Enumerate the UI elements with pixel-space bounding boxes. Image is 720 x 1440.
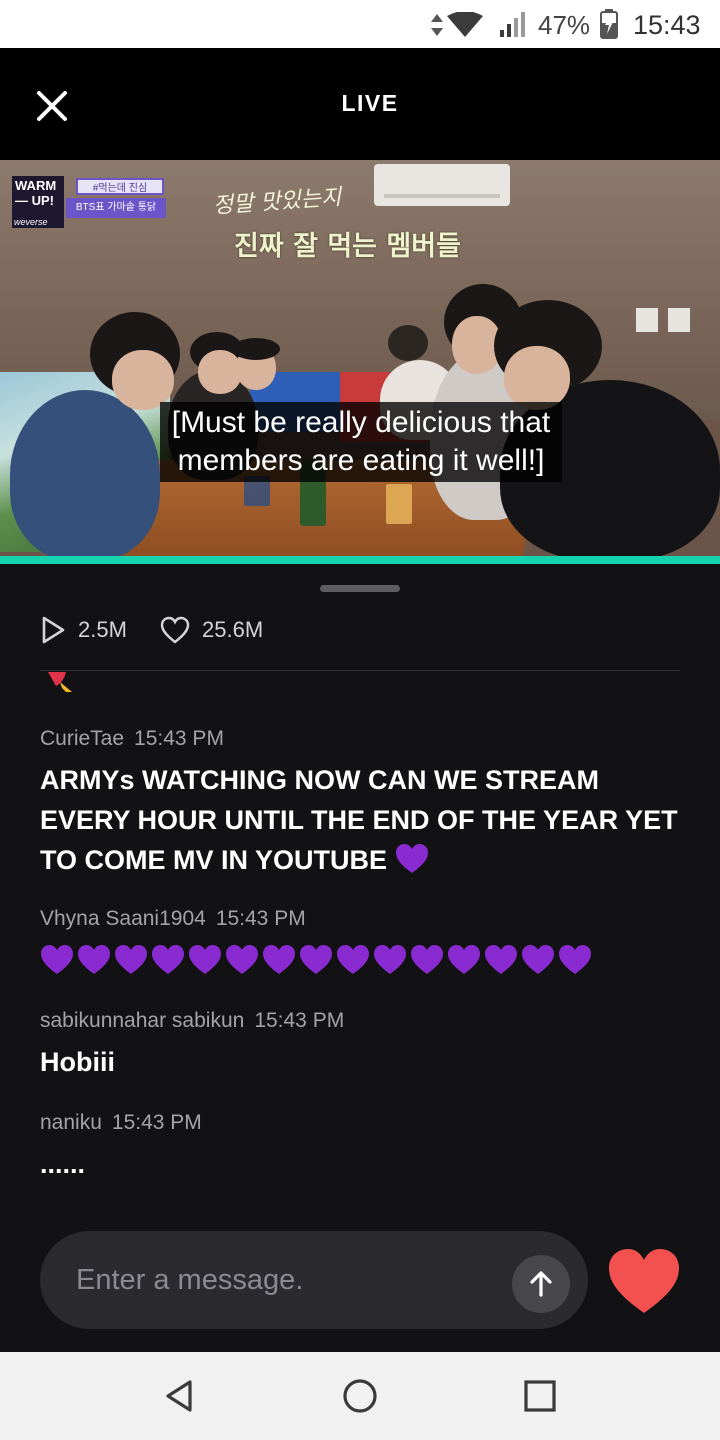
chat-username[interactable]: sabikunnahar sabikun xyxy=(40,1009,244,1032)
video-person xyxy=(10,390,160,556)
chat-message: Vhyna Saani1904 15:43 PM xyxy=(40,904,690,980)
purple-heart-emoji-icon xyxy=(522,945,554,974)
purple-heart-emoji-icon xyxy=(300,945,332,974)
video-person-hair xyxy=(388,325,428,361)
chat-timestamp: 15:43 PM xyxy=(254,1009,345,1032)
chat-message: naniku 15:43 PM ...... xyxy=(40,1108,690,1184)
video-person-hair xyxy=(232,338,280,360)
purple-heart-emoji-icon xyxy=(448,945,480,974)
video-progress-fill xyxy=(0,556,720,564)
video-wall-switch xyxy=(636,308,658,332)
likes-stat: 25.6M xyxy=(160,612,263,648)
chat-message-meta: sabikunnahar sabikun 15:43 PM xyxy=(40,1006,690,1036)
android-nav-bar xyxy=(0,1352,720,1440)
send-button[interactable] xyxy=(512,1255,570,1313)
chat-message-body: ARMYs WATCHING NOW CAN WE STREAM EVERY H… xyxy=(40,765,678,875)
chat-username[interactable]: Vhyna Saani1904 xyxy=(40,907,206,930)
partial-emoji-icon xyxy=(48,672,72,692)
chat-message-meta: Vhyna Saani1904 15:43 PM xyxy=(40,904,690,934)
signal-icon xyxy=(500,12,525,37)
chat-message-text: Hobiii xyxy=(40,1047,115,1077)
purple-heart-emoji-icon xyxy=(263,945,295,974)
video-glass xyxy=(386,484,412,524)
program-badge: WARM — UP! weverse #먹는데 진심 BTS표 가마솥 통닭 xyxy=(12,176,168,230)
purple-heart-emoji-icon xyxy=(41,945,73,974)
korean-caption-line-2: 진짜 잘 먹는 멤버들 xyxy=(234,231,461,262)
divider xyxy=(40,670,680,671)
video-subtitle: [Must be really delicious that members a… xyxy=(160,402,562,482)
heart-icon[interactable] xyxy=(606,1246,682,1316)
program-badge-subtitle: BTS표 가마솥 통닭 xyxy=(66,198,166,218)
chat-username[interactable]: CurieTae xyxy=(40,727,124,750)
chat-message: CurieTae 15:43 PM ARMYs WATCHING NOW CAN … xyxy=(40,724,690,880)
chat-message-meta: CurieTae 15:43 PM xyxy=(40,724,690,754)
program-badge-tag: #먹는데 진심 xyxy=(76,178,164,195)
video-person-face xyxy=(504,346,570,410)
battery-percent: 47% xyxy=(538,10,591,40)
purple-heart-emoji-icon xyxy=(485,945,517,974)
purple-heart-emoji-icon xyxy=(337,945,369,974)
purple-heart-emoji-icon xyxy=(189,945,221,974)
video-korean-caption: 정말 맛있는지 진짜 잘 먹는 멤버들 xyxy=(212,185,524,263)
views-stat: 2.5M xyxy=(40,612,127,648)
views-count: 2.5M xyxy=(78,617,127,642)
page-title: LIVE xyxy=(341,90,399,116)
home-icon[interactable] xyxy=(338,1374,382,1418)
purple-heart-emoji-icon xyxy=(78,945,110,974)
video-person-face xyxy=(112,350,174,410)
video-wall-switch xyxy=(668,308,690,332)
wifi-icon xyxy=(447,12,483,37)
play-icon xyxy=(42,616,65,644)
video-player[interactable]: WARM — UP! weverse #먹는데 진심 BTS표 가마솥 통닭 정… xyxy=(0,160,720,556)
chat-message: sabikunnahar sabikun 15:43 PM Hobiii xyxy=(40,1006,690,1082)
chat-emoji-row xyxy=(40,940,690,980)
chat-timestamp: 15:43 PM xyxy=(134,727,224,750)
chat-message-text: ...... xyxy=(40,1149,86,1179)
drag-handle[interactable] xyxy=(320,585,400,592)
purple-heart-emoji-icon xyxy=(115,945,147,974)
purple-heart-emoji-icon xyxy=(226,945,258,974)
likes-count: 25.6M xyxy=(202,617,264,642)
purple-heart-emoji-icon xyxy=(152,945,184,974)
battery-charging-icon xyxy=(600,9,618,39)
header: LIVE xyxy=(0,48,720,160)
status-bar: 47% 15:43 xyxy=(0,0,720,48)
clock: 15:43 xyxy=(633,10,701,40)
arrow-up-icon xyxy=(530,1271,552,1297)
recents-icon[interactable] xyxy=(518,1374,562,1418)
weverse-logo: weverse xyxy=(14,217,48,227)
back-icon[interactable] xyxy=(158,1374,202,1418)
video-stats: 2.5M 25.6M xyxy=(40,612,440,648)
chat-timestamp: 15:43 PM xyxy=(215,907,306,930)
chat-message-text: ARMYs WATCHING NOW CAN WE STREAM EVERY H… xyxy=(40,760,690,880)
purple-heart-emoji-icon xyxy=(374,945,406,974)
chat-username[interactable]: naniku xyxy=(40,1111,102,1134)
message-composer xyxy=(40,1231,588,1329)
heart-outline-icon xyxy=(160,616,190,644)
chat-timestamp: 15:43 PM xyxy=(111,1111,202,1134)
purple-heart-emoji-icon xyxy=(395,844,428,873)
chat-message-meta: naniku 15:43 PM xyxy=(40,1108,690,1138)
purple-heart-emoji-icon xyxy=(411,945,443,974)
video-progress-bar[interactable] xyxy=(0,556,720,564)
chat-list[interactable]: CurieTae 15:43 PM ARMYs WATCHING NOW CAN … xyxy=(40,672,690,1212)
purple-heart-emoji-icon xyxy=(559,945,591,974)
data-activity-icon xyxy=(431,14,443,36)
message-input[interactable] xyxy=(76,1255,496,1305)
